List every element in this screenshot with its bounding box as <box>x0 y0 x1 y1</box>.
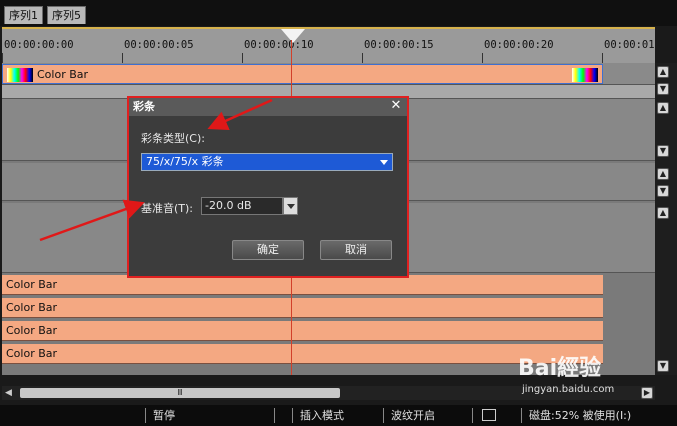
video-track-top[interactable]: Color Bar <box>2 63 655 85</box>
timecode-label: 00:00:00:15 <box>364 39 434 51</box>
timecode-label: 00:00:00:20 <box>484 39 554 51</box>
scrollbar-thumb[interactable]: Ⅲ <box>20 388 340 398</box>
status-pause: 暂停 <box>153 409 175 422</box>
timecode-label: 00:00:01 <box>604 39 655 51</box>
scroll-up-icon[interactable]: ▲ <box>657 66 669 78</box>
color-bar-dialog: 彩条 ✕ 彩条类型(C): 75/x/75/x 彩条 基准音(T): -20.0… <box>127 96 409 278</box>
reference-tone-dropdown-button[interactable] <box>283 197 298 215</box>
status-insert-mode[interactable]: 插入模式 <box>300 405 344 426</box>
clip-thumbnail-icon <box>572 68 598 82</box>
scroll-down-icon[interactable]: ▼ <box>657 83 669 95</box>
color-bar-clip[interactable]: Color Bar <box>2 321 603 341</box>
scroll-down-icon[interactable]: ▼ <box>657 360 669 372</box>
baidu-watermark-logo: Bai經验 <box>518 356 602 381</box>
scroll-down-icon[interactable]: ▼ <box>657 185 669 197</box>
scroll-up-icon[interactable]: ▲ <box>657 102 669 114</box>
reference-tone-label: 基准音(T): <box>141 202 194 215</box>
tab-sequence-1[interactable]: 序列1 <box>4 6 43 24</box>
sequence-tab-bar: 序列1 序列5 <box>0 0 677 26</box>
color-bar-clip[interactable]: Color Bar <box>2 64 603 84</box>
scroll-left-icon[interactable]: ◀ <box>5 388 12 398</box>
scroll-up-icon[interactable]: ▲ <box>657 168 669 180</box>
playhead-marker-icon[interactable] <box>281 29 305 43</box>
bar-type-label: 彩条类型(C): <box>141 132 205 145</box>
reference-tone-input[interactable]: -20.0 dB <box>201 197 283 215</box>
bar-type-value: 75/x/75/x 彩条 <box>146 155 224 168</box>
color-bar-clip[interactable]: Color Bar <box>2 275 603 295</box>
color-bar-clip[interactable]: Color Bar <box>2 298 603 318</box>
status-bar: 暂停 插入模式 波纹开启 磁盘:52% 被使用(I:) <box>0 405 677 426</box>
timecode-label: 00:00:00:00 <box>4 39 74 51</box>
clip-label: Color Bar <box>37 68 89 81</box>
scroll-right-icon[interactable]: ▶ <box>641 387 653 399</box>
dialog-title-text: 彩条 <box>133 100 155 113</box>
close-icon[interactable]: ✕ <box>389 99 403 113</box>
status-disk: 磁盘:52% 被使用(I:) <box>529 409 632 422</box>
timeline-ruler[interactable]: 00:00:00:00 00:00:00:05 00:00:00:10 00:0… <box>2 27 655 63</box>
monitor-icon[interactable] <box>482 409 496 421</box>
bar-type-dropdown[interactable]: 75/x/75/x 彩条 <box>141 153 393 171</box>
scroll-up-icon[interactable]: ▲ <box>657 207 669 219</box>
watermark-url: jingyan.baidu.com <box>522 384 615 395</box>
color-bar-clip[interactable]: Color Bar <box>2 344 603 364</box>
tab-sequence-5[interactable]: 序列5 <box>47 6 86 24</box>
status-ripple[interactable]: 波纹开启 <box>391 405 435 426</box>
timecode-label: 00:00:00:05 <box>124 39 194 51</box>
scroll-down-icon[interactable]: ▼ <box>657 145 669 157</box>
ok-button[interactable]: 确定 <box>232 240 304 260</box>
cancel-button[interactable]: 取消 <box>320 240 392 260</box>
clip-thumbnail-icon <box>7 68 33 82</box>
dialog-title[interactable]: 彩条 ✕ <box>129 98 407 116</box>
chevron-down-icon <box>380 160 388 165</box>
